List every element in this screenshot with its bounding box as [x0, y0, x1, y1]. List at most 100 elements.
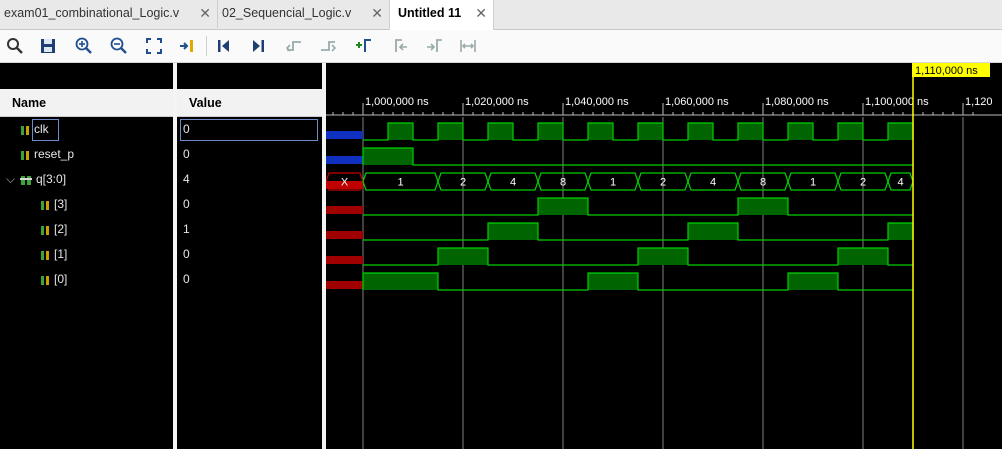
bit-signal-icon [41, 275, 49, 285]
zoom-out-icon[interactable] [109, 36, 129, 56]
ruler-tick-label: 1,060,000 ns [665, 96, 729, 108]
close-icon[interactable]: ✕ [371, 0, 383, 26]
bit-signal-icon [41, 225, 49, 235]
toolbar-separator [206, 36, 207, 56]
signal-value: 0 [183, 272, 190, 286]
signal-name: reset_p [34, 147, 75, 161]
clk-high-fill [738, 123, 763, 140]
q-bit-2-high-fill [688, 223, 738, 240]
tab-label: Untitled 11 [398, 6, 462, 20]
q-bus-value-label: 8 [560, 177, 566, 189]
signal-row-3[interactable]: [3] [40, 192, 67, 217]
zoom-fit-icon[interactable] [144, 36, 164, 56]
signal-name: [0] [54, 272, 68, 286]
q-bit-3-high-fill [738, 198, 788, 215]
bit-signal-icon [21, 125, 29, 135]
q-bit-0-high-fill [588, 273, 638, 290]
ruler-tick-label: 1,000,000 ns [365, 96, 429, 108]
value-column-header[interactable]: Value [177, 89, 322, 117]
signal-start-marker [326, 206, 363, 214]
q-bit-3-trace [363, 197, 913, 216]
clk-high-fill [788, 123, 813, 140]
tab-label: 02_Sequencial_Logic.v [222, 6, 352, 20]
signal-value: 1 [183, 222, 190, 236]
search-icon[interactable] [5, 36, 25, 56]
previous-transition-icon[interactable] [284, 36, 304, 56]
reset-p-trace [362, 147, 913, 166]
tab-exam01-combinational-logic[interactable]: exam01_combinational_Logic.v ✕ [0, 0, 218, 28]
signal-name: [2] [54, 222, 68, 236]
go-to-cursor-icon[interactable] [178, 36, 198, 56]
q-bit-2-trace [363, 222, 914, 241]
q-bus-value-label: 1 [397, 177, 403, 189]
go-to-time-zero-icon[interactable] [214, 36, 234, 56]
signal-value: 0 [183, 247, 190, 261]
next-marker-icon[interactable] [424, 36, 444, 56]
q-bit-1-high-fill [638, 248, 688, 265]
signal-row-1[interactable]: [1] [40, 242, 67, 267]
bit-signal-icon [41, 250, 49, 260]
signal-start-marker [326, 256, 363, 264]
reset-p-high-fill [363, 148, 413, 165]
signal-name: [1] [54, 247, 68, 261]
cursor-time-label: 1,110,000 ns [915, 65, 978, 77]
clk-high-fill [888, 123, 913, 140]
close-icon[interactable]: ✕ [475, 0, 487, 26]
q-bus-value-label: X [341, 177, 349, 189]
add-marker-icon[interactable] [354, 36, 374, 56]
signal-value: 0 [183, 197, 190, 211]
tab-02-sequencial-logic[interactable]: 02_Sequencial_Logic.v ✕ [218, 0, 390, 28]
signal-row-0[interactable]: [0] [40, 267, 67, 292]
waveform-canvas[interactable]: 1,000,000 ns 1,020,000 ns 1,040,000 ns 1,06… [326, 63, 1002, 449]
ruler-tick-label: 1,080,000 ns [765, 96, 829, 108]
waveform-panel[interactable]: 1,000,000 ns 1,020,000 ns 1,040,000 ns 1,06… [326, 63, 1002, 449]
signal-name: [3] [54, 197, 68, 211]
next-transition-icon[interactable] [318, 36, 338, 56]
save-icon[interactable] [38, 36, 58, 56]
name-column-header[interactable]: Name [0, 89, 173, 117]
close-icon[interactable]: ✕ [199, 0, 211, 26]
zoom-in-icon[interactable] [74, 36, 94, 56]
ruler-tick-label: 1,120 [965, 96, 993, 108]
clk-high-fill [538, 123, 563, 140]
q-bit-1-high-fill [838, 248, 888, 265]
q-bus-value-label: 2 [660, 177, 666, 189]
clk-high-fill [388, 123, 413, 140]
signal-name-panel: Name clk reset_p ⌵ q[3:0] [3] [2] [1] [0] [0, 63, 173, 449]
clk-high-fill [838, 123, 863, 140]
go-to-last-time-icon[interactable] [248, 36, 268, 56]
clk-high-fill [438, 123, 463, 140]
tab-untitled-11[interactable]: Untitled 11 ✕ [390, 0, 494, 30]
signal-value-panel: Value 0040100 [177, 63, 322, 449]
q-bit-0-high-fill [788, 273, 838, 290]
signal-start-marker [326, 131, 363, 139]
q-bit-2-high-fill [888, 223, 913, 240]
ruler-tick-label: 1,040,000 ns [565, 96, 629, 108]
q-bus-value-label: 2 [860, 177, 866, 189]
q-bus-value-label: 8 [760, 177, 766, 189]
q-bit-1-high-fill [438, 248, 488, 265]
signal-row-reset_p[interactable]: reset_p [6, 142, 74, 167]
signal-row-2[interactable]: [2] [40, 217, 67, 242]
signal-name: q[3:0] [36, 172, 67, 186]
previous-marker-icon[interactable] [390, 36, 410, 56]
signal-value: 4 [183, 172, 190, 186]
clk-high-fill [638, 123, 663, 140]
bit-signal-icon [21, 150, 29, 160]
swap-cursors-icon[interactable] [458, 36, 478, 56]
signal-row-q30[interactable]: ⌵ q[3:0] [6, 167, 66, 192]
q-bus-value-label: 4 [897, 177, 903, 189]
bit-signal-icon [41, 200, 49, 210]
selected-name-cell [32, 119, 59, 141]
q-bit-2-high-fill [488, 223, 538, 240]
signal-start-marker [326, 281, 363, 289]
q-bit-0-high-fill [363, 273, 438, 290]
clk-high-fill [588, 123, 613, 140]
chevron-down-icon[interactable]: ⌵ [6, 167, 18, 192]
clk-high-fill [688, 123, 713, 140]
tab-label: exam01_combinational_Logic.v [4, 6, 180, 20]
ruler-tick-label: 1,020,000 ns [465, 96, 529, 108]
q-bus-value-label: 2 [460, 177, 466, 189]
q-bus-value-label: 1 [610, 177, 616, 189]
bus-signal-icon [20, 175, 32, 185]
